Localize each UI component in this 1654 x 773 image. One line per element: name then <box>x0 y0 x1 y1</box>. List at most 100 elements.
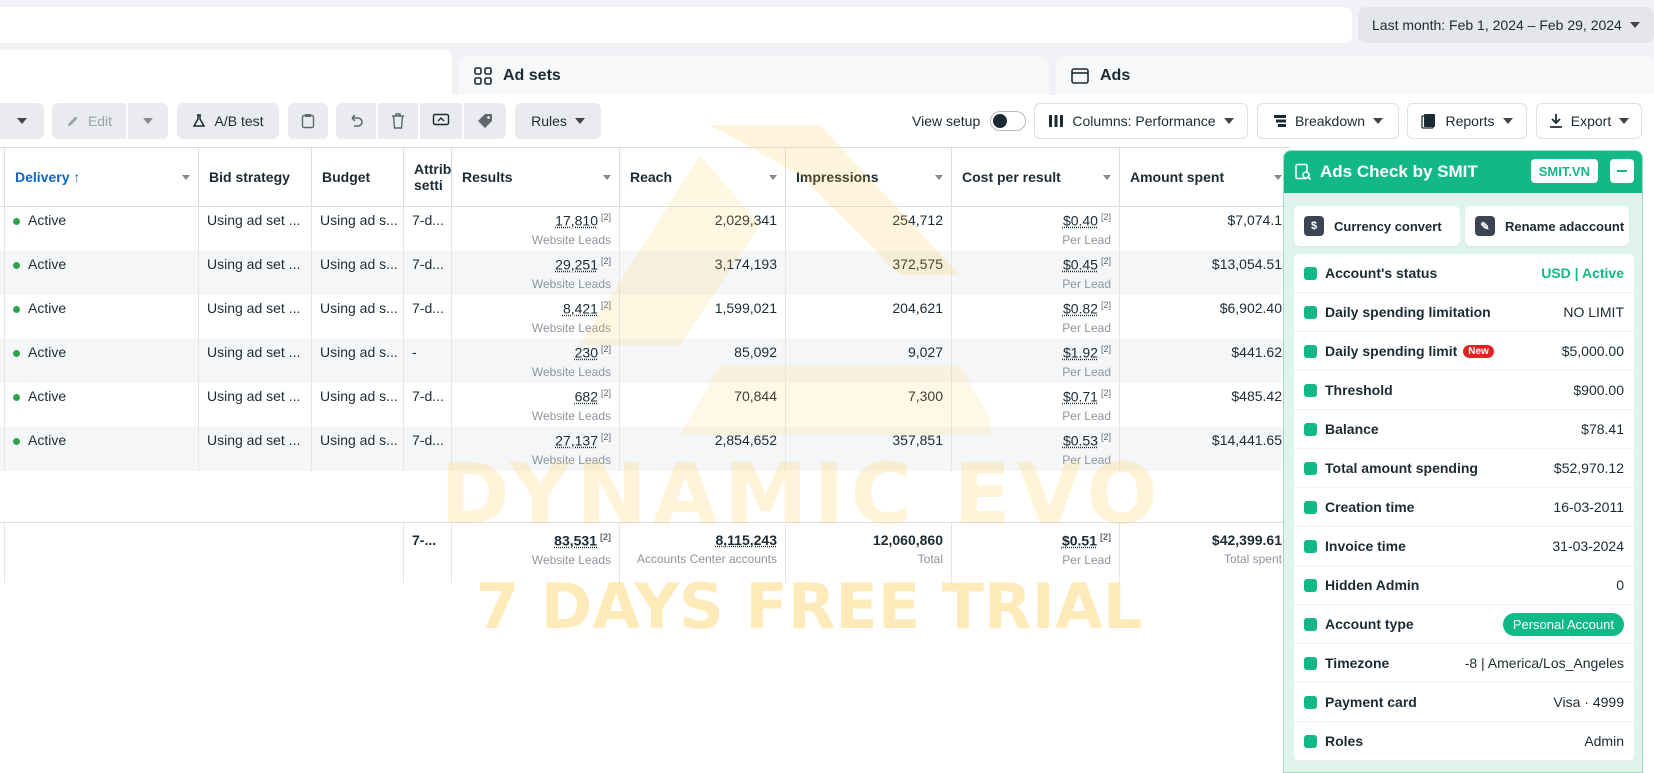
header-cost-per-result[interactable]: Cost per result <box>951 148 1119 206</box>
results-value[interactable]: 682 <box>575 389 598 405</box>
users-icon <box>1304 734 1317 748</box>
table-row[interactable]: Active Using ad set ... Using ad s... 7-d..… <box>0 295 1290 339</box>
chevron-down-icon <box>1619 118 1630 124</box>
footnote-marker: [2] <box>600 212 611 222</box>
id-card-icon <box>1304 617 1317 631</box>
edit-button[interactable]: Edit <box>52 103 126 139</box>
header-attribution[interactable]: Attrib setti <box>403 148 451 206</box>
preview-button[interactable] <box>420 103 462 139</box>
header-impressions[interactable]: Impressions <box>785 148 951 206</box>
totals-reach-value[interactable]: 8,115,243 <box>715 532 777 548</box>
search-bar[interactable] <box>0 7 1352 43</box>
delivery-cell: Active <box>4 207 198 251</box>
rules-label: Rules <box>531 113 567 129</box>
reports-button[interactable]: Reports <box>1407 103 1527 139</box>
ab-test-button[interactable]: A/B test <box>177 103 279 139</box>
table-row[interactable]: Active Using ad set ... Using ad s... 7-d..… <box>0 207 1290 251</box>
results-cell: 27,137 [2] Website Leads <box>451 427 619 471</box>
cpr-value[interactable]: $0.82 <box>1063 301 1098 317</box>
smit-website-link[interactable]: SMIT.VN <box>1530 159 1598 183</box>
header-impressions-label: Impressions <box>796 169 879 185</box>
footnote-marker: [2] <box>600 256 611 266</box>
results-value[interactable]: 29,251 <box>555 257 598 273</box>
budget-cell: Using ad s... <box>311 251 403 295</box>
cpr-sub: Per Lead <box>1062 364 1111 379</box>
header-results[interactable]: Results <box>451 148 619 206</box>
tag-button[interactable] <box>464 103 506 139</box>
chevron-down-icon <box>574 118 585 124</box>
card-icon <box>1304 305 1317 319</box>
cpr-sub: Per Lead <box>1062 232 1111 247</box>
results-value[interactable]: 8,421 <box>563 301 598 317</box>
totals-spent-value: $42,399.61 <box>1211 532 1282 548</box>
spending-icon <box>1304 461 1317 475</box>
minimize-button[interactable] <box>1610 159 1634 183</box>
table-row[interactable]: Active Using ad set ... Using ad s... 7-d..… <box>0 427 1290 471</box>
edit-dropdown-button[interactable] <box>128 103 168 139</box>
reports-icon <box>1421 114 1436 129</box>
delivery-status: Active <box>28 344 67 360</box>
tab-ad-sets[interactable]: Ad sets <box>459 56 1049 96</box>
undo-button[interactable] <box>336 103 376 139</box>
cpr-value[interactable]: $0.40 <box>1063 213 1098 229</box>
rules-button[interactable]: Rules <box>515 103 601 139</box>
account-info-value: Visa · 4999 <box>1553 694 1624 710</box>
export-button[interactable]: Export <box>1536 103 1642 139</box>
delivery-cell: Active <box>4 295 198 339</box>
status-dot-icon <box>13 393 20 401</box>
status-dot-icon <box>13 217 20 225</box>
results-value[interactable]: 17,810 <box>555 213 598 229</box>
date-range-label: Last month: Feb 1, 2024 – Feb 29, 2024 <box>1372 17 1622 33</box>
header-amount-spent[interactable]: Amount spent <box>1119 148 1290 206</box>
cpr-value[interactable]: $1.92 <box>1063 345 1098 361</box>
impressions-cell: 254,712 <box>785 207 951 251</box>
account-info-row: Account's status USD | Active <box>1294 254 1634 293</box>
toolbar: Edit A/B test Rules View setup Columns: … <box>0 95 1654 147</box>
delivery-status: Active <box>28 432 67 448</box>
footnote-marker: [2] <box>1100 256 1111 266</box>
currency-convert-button[interactable]: $ Currency convert <box>1294 206 1460 246</box>
totals-impressions: 12,060,860 Total <box>785 523 951 583</box>
header-delivery[interactable]: Delivery ↑ <box>4 148 198 206</box>
table-row[interactable]: Active Using ad set ... Using ad s... 7-d..… <box>0 251 1290 295</box>
bid-strategy-cell: Using ad set ... <box>198 427 311 471</box>
table-row[interactable]: Active Using ad set ... Using ad s... 7-d..… <box>0 383 1290 427</box>
account-info-value: $5,000.00 <box>1561 343 1624 359</box>
cpr-value[interactable]: $0.53 <box>1063 433 1098 449</box>
header-reach[interactable]: Reach <box>619 148 785 206</box>
results-value[interactable]: 27,137 <box>555 433 598 449</box>
account-info-row: Payment card Visa · 4999 <box>1294 683 1634 722</box>
create-dropdown-button[interactable] <box>0 103 44 139</box>
header-budget[interactable]: Budget <box>311 148 403 206</box>
duplicate-button[interactable] <box>288 103 328 139</box>
tab-ads[interactable]: Ads <box>1056 56 1654 96</box>
account-info-value: 16-03-2011 <box>1553 499 1624 515</box>
account-info-row: Threshold $900.00 <box>1294 371 1634 410</box>
footnote-marker: [2] <box>600 344 611 354</box>
date-range-picker[interactable]: Last month: Feb 1, 2024 – Feb 29, 2024 <box>1358 7 1654 43</box>
delivery-status: Active <box>28 256 67 272</box>
clipboard-icon <box>301 114 315 129</box>
breakdown-button[interactable]: Breakdown <box>1257 103 1399 139</box>
tab-ad-sets-label: Ad sets <box>503 67 561 84</box>
results-sub: Website Leads <box>531 408 611 423</box>
reach-cell: 1,599,021 <box>619 295 785 339</box>
rename-adaccount-button[interactable]: ✎ Rename adaccount <box>1465 206 1629 246</box>
totals-results-value[interactable]: 83,531 <box>554 533 597 549</box>
impressions-cell: 357,851 <box>785 427 951 471</box>
cpr-value[interactable]: $0.71 <box>1063 389 1098 405</box>
columns-button[interactable]: Columns: Performance <box>1034 103 1248 139</box>
tag-icon <box>478 114 492 128</box>
table-row[interactable]: Active Using ad set ... Using ad s... -230[… <box>0 339 1290 383</box>
cpr-value[interactable]: $0.45 <box>1063 257 1098 273</box>
header-amount-spent-label: Amount spent <box>1130 169 1225 185</box>
header-bid-strategy[interactable]: Bid strategy <box>198 148 311 206</box>
cost-per-result-cell: $0.82 [2] Per Lead <box>951 295 1119 339</box>
delete-button[interactable] <box>378 103 418 139</box>
tab-campaigns[interactable] <box>0 50 452 96</box>
amount-spent-cell: $441.62 <box>1119 339 1290 383</box>
view-setup-toggle[interactable] <box>990 111 1027 131</box>
totals-cpr-value[interactable]: $0.51 <box>1062 533 1097 549</box>
results-value[interactable]: 230 <box>575 345 598 361</box>
status-dot-icon <box>13 437 20 445</box>
